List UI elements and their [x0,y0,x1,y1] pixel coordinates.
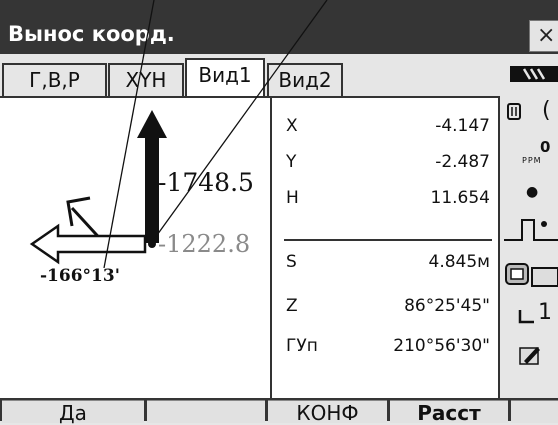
right-distance: -1222.8 [158,230,251,258]
target-point-icon [148,240,156,248]
softkey-label: Расст [417,401,481,425]
softkey-bar: Да КОНФ Расст [0,398,558,425]
readout-value: 4.845м [428,252,491,272]
title-bar: Вынос коорд. × [0,0,558,54]
readout-label: ГУп [286,336,318,356]
tab-hvd[interactable]: Г,В,Р [2,63,107,98]
readout-label: X [286,116,298,136]
tilt-icon [504,219,558,241]
tab-view2[interactable]: Вид2 [267,63,343,98]
tab-label: XYH [125,68,167,92]
readout-hz: ГУп 210°56'30" [272,330,496,362]
softkey-yes[interactable]: Да [2,400,144,425]
readout-s: S 4.845м [272,246,496,278]
ppm-value: 0 [540,138,551,156]
readout-label: S [286,252,297,272]
readout-h: H 11.654 [272,182,496,214]
angle-offset: -166°13' [40,266,120,286]
readout-y: Y -2.487 [272,146,496,178]
readout-label: Y [286,152,297,172]
tab-xyh[interactable]: XYH [108,63,184,98]
readout-separator [284,239,492,241]
atmos-glyph: ( [542,98,551,123]
ppm-unit: PPM [522,156,542,165]
softkey-distance[interactable]: Расст [390,400,508,425]
edit-pen-icon[interactable] [518,344,542,368]
prism-const-icon [518,310,534,324]
tab-label: Г,В,Р [29,68,80,92]
softkey-blank-5[interactable] [511,400,558,423]
readout-value: 86°25'45" [404,296,490,316]
memory-icon [507,103,521,120]
window-title: Вынос коорд. [8,22,175,46]
readout-value: 210°56'30" [393,336,490,356]
softkey-config[interactable]: КОНФ [268,400,387,425]
softkey-label: КОНФ [296,401,359,425]
battery-icon [510,66,558,82]
readout-label: Z [286,296,298,316]
close-icon: × [537,23,556,48]
close-button[interactable]: × [529,20,558,52]
dot-icon: ● [526,184,539,200]
tab-view1[interactable]: Вид1 [185,58,265,98]
readout-z: Z 86°25'45" [272,290,496,322]
readout-value: 11.654 [430,188,490,208]
softkey-blank-2[interactable] [147,400,265,423]
tab-bar: Г,В,Р XYH Вид1 Вид2 [0,54,510,98]
left-arrow-icon [29,223,147,265]
readout-x: X -4.147 [272,110,496,142]
forward-distance: -1748.5 [158,168,254,197]
status-sidebar: ( 0 PPM ● 1 [500,54,558,398]
main-panel: -1748.5 -1222.8 -166°13' X -4.147 Y -2.4… [0,96,500,398]
readout-label: H [286,188,299,208]
readout-value: -2.487 [435,152,490,172]
readout-value: -4.147 [435,116,490,136]
prism-const-value: 1 [538,300,552,325]
tab-label: Вид1 [198,63,252,87]
softkey-label: Да [59,401,87,425]
target-prism-icon [505,263,558,287]
tab-label: Вид2 [278,68,332,92]
